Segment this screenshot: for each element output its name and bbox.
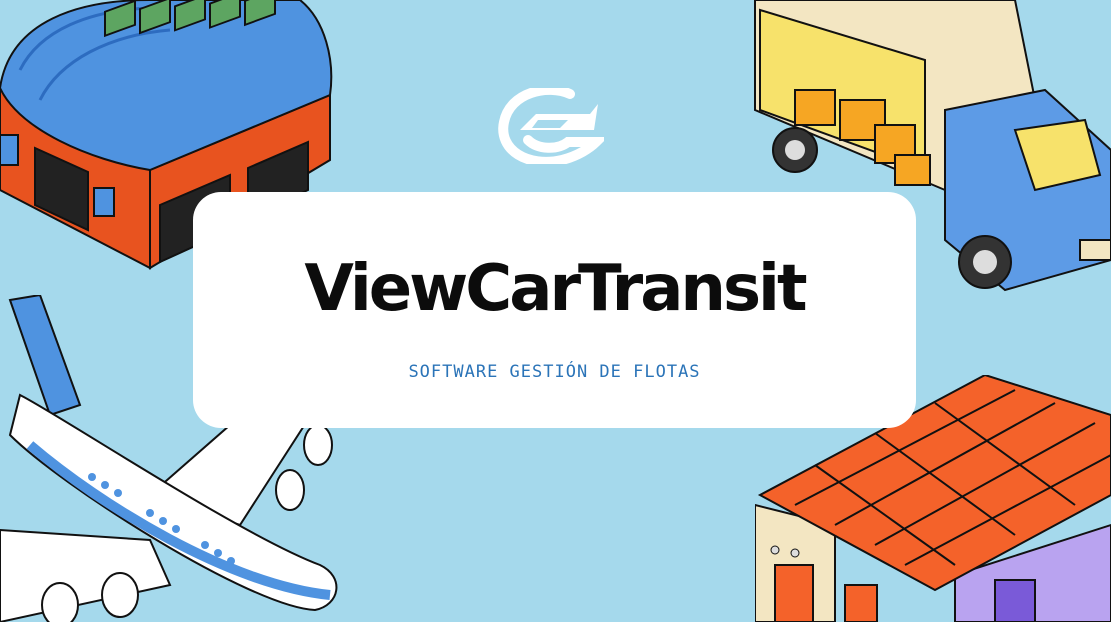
title-card: ViewCarTransit SOFTWARE GESTIÓN DE FLOTA… xyxy=(193,192,916,428)
brand-title: ViewCarTransit xyxy=(304,252,807,326)
brand-tagline: SOFTWARE GESTIÓN DE FLOTAS xyxy=(408,362,701,382)
logo-icon xyxy=(498,88,604,164)
